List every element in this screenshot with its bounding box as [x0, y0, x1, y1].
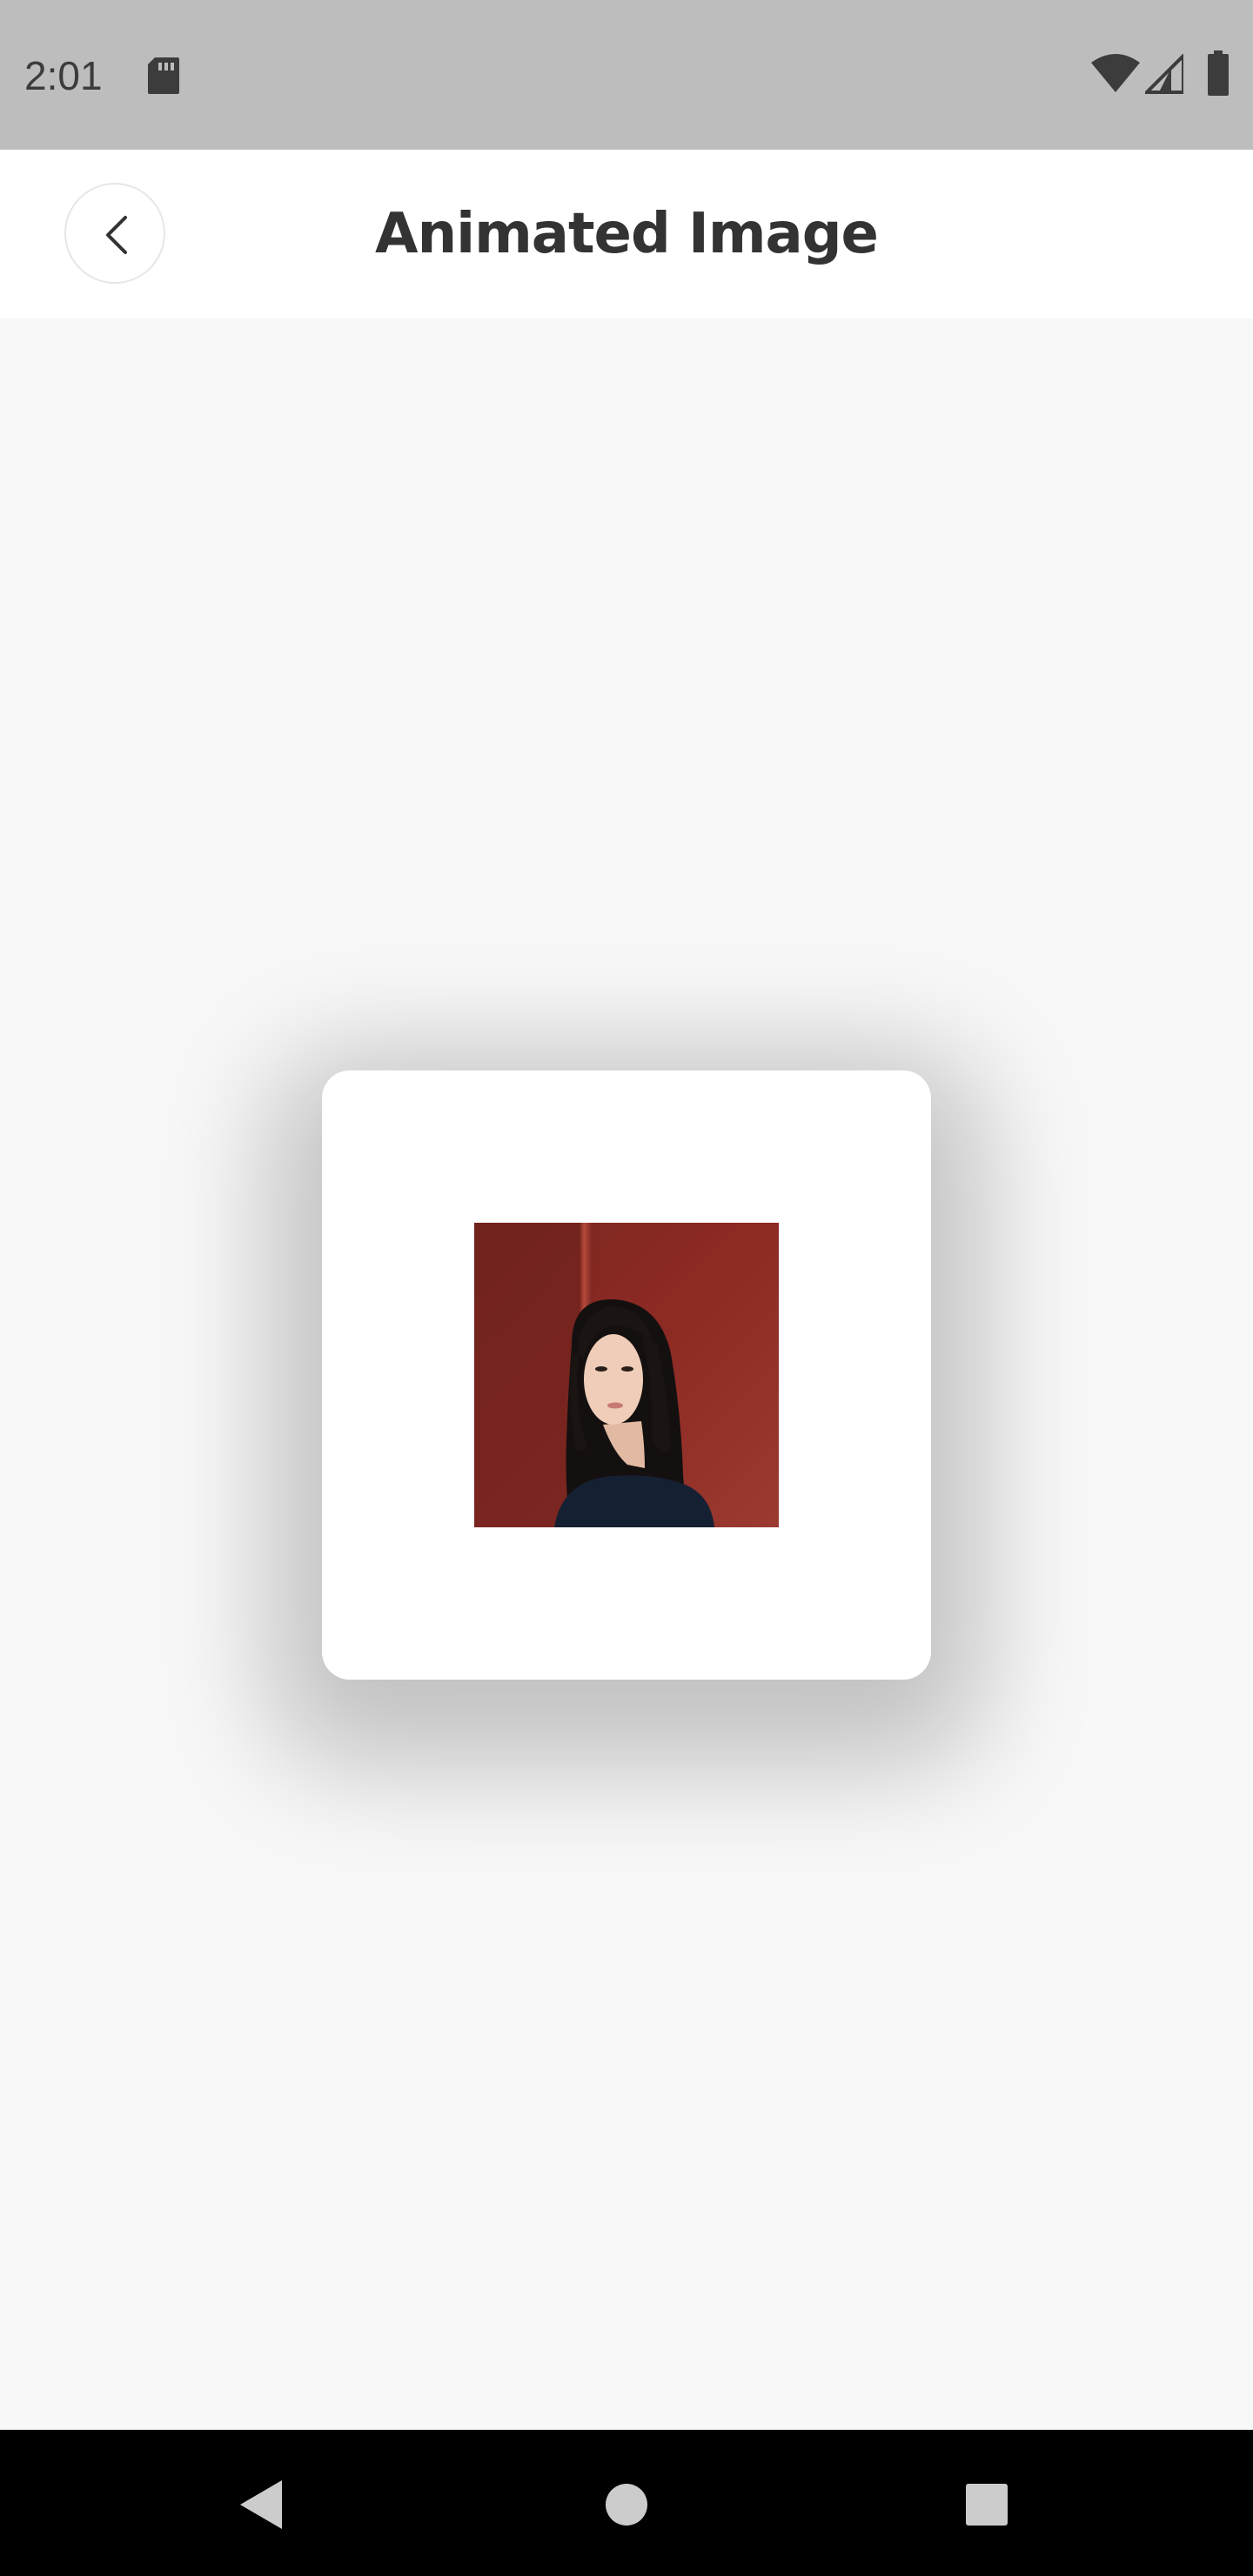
cell-signal-icon: [1145, 54, 1183, 94]
navigation-bar: [0, 2430, 1253, 2576]
sd-card-icon: [148, 57, 179, 94]
image-card: [322, 1070, 931, 1680]
status-bar: 2:01: [0, 0, 1253, 150]
wifi-icon: [1091, 54, 1140, 92]
portrait-photo: [474, 1223, 779, 1527]
recents-square-icon[interactable]: [964, 2482, 1009, 2527]
screen: 2:01 Animated Image: [0, 0, 1253, 2576]
portrait-image: [474, 1223, 779, 1527]
battery-icon: [1208, 50, 1229, 96]
back-triangle-icon[interactable]: [235, 2477, 287, 2532]
status-time: 2:01: [24, 53, 103, 98]
chevron-left-icon: [106, 216, 127, 254]
page-title: Animated Image: [375, 202, 879, 266]
back-button[interactable]: [64, 183, 165, 284]
home-circle-icon[interactable]: [604, 2482, 649, 2527]
app-bar: Animated Image: [0, 150, 1253, 319]
